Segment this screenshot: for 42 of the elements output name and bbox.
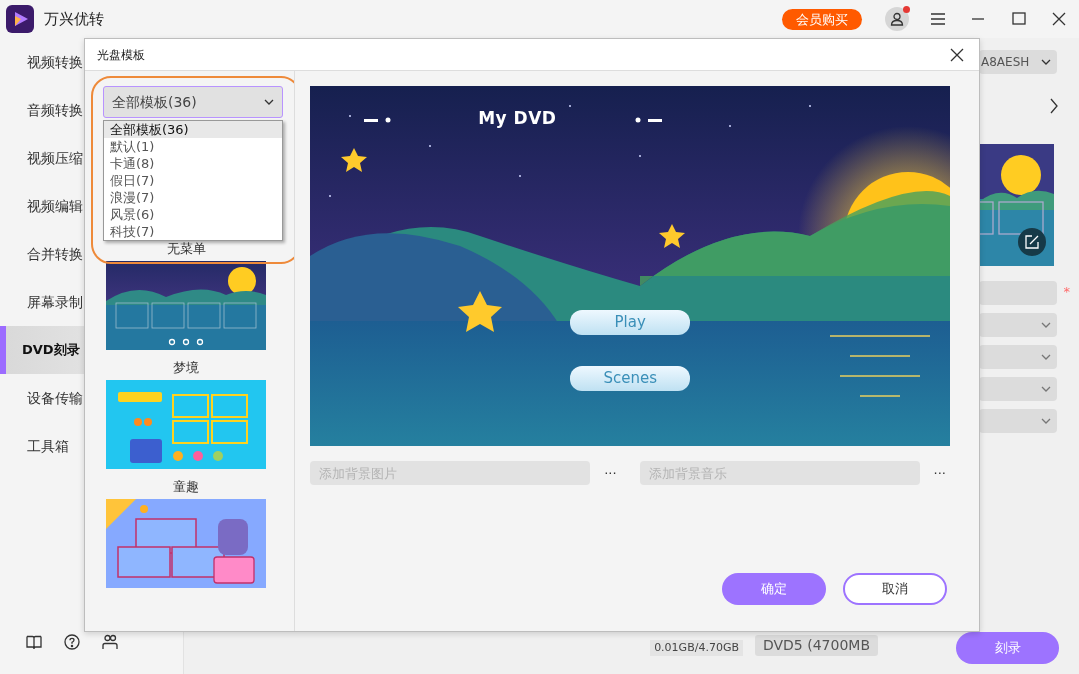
chevron-down-icon xyxy=(1041,59,1051,65)
template-label: 无菜单 xyxy=(166,240,206,258)
chevron-right-icon[interactable] xyxy=(1049,98,1059,114)
chevron-down-icon xyxy=(264,99,274,105)
browse-button[interactable]: ··· xyxy=(929,466,950,480)
category-option[interactable]: 风景(6) xyxy=(104,206,282,223)
dropdown-value: A8AESH xyxy=(981,54,1030,71)
category-option[interactable]: 卡通(8) xyxy=(104,155,282,172)
help-icon[interactable] xyxy=(64,634,80,650)
user-icon xyxy=(890,12,904,26)
category-option[interactable]: 默认(1) xyxy=(104,138,282,155)
disc-type-dropdown[interactable]: DVD5 (4700MB xyxy=(754,635,878,656)
cartoon-thumbnail-drawing[interactable] xyxy=(106,380,266,469)
chevron-down-icon xyxy=(1041,386,1051,392)
template-label: 梦境 xyxy=(173,359,199,377)
required-mark: * xyxy=(1063,283,1070,301)
close-icon[interactable] xyxy=(950,47,964,62)
book-icon[interactable] xyxy=(26,634,42,650)
category-select[interactable]: 全部模板(36) xyxy=(103,86,283,118)
category-option[interactable]: 浪漫(7) xyxy=(104,189,282,206)
retro-tv-thumbnail-drawing[interactable] xyxy=(106,499,266,588)
disc-size-reading: 0.01GB/4.70GB xyxy=(650,639,743,656)
browse-button[interactable]: ··· xyxy=(600,466,621,480)
cancel-button[interactable]: 取消 xyxy=(843,573,947,605)
chevron-down-icon xyxy=(1041,322,1051,328)
app-title: 万兴优转 xyxy=(44,8,104,30)
category-option[interactable]: 科技(7) xyxy=(104,223,282,240)
disc-dropdown[interactable]: A8AESH xyxy=(979,50,1057,74)
edit-icon xyxy=(1025,235,1039,249)
category-option[interactable]: 全部模板(36) xyxy=(104,121,282,138)
dropdown-value: DVD5 (4700MB xyxy=(762,636,870,655)
app-logo-icon xyxy=(6,5,34,33)
chevron-down-icon xyxy=(1041,354,1051,360)
menu-title: My DVD xyxy=(478,107,557,130)
user-avatar[interactable] xyxy=(885,7,909,31)
category-option[interactable]: 假日(7) xyxy=(104,172,282,189)
night-scene-thumbnail-drawing[interactable] xyxy=(106,261,266,350)
dialog-title: 光盘模板 xyxy=(97,46,145,64)
select-value: 全部模板(36) xyxy=(112,92,197,112)
template-label: 童趣 xyxy=(173,478,199,496)
users-icon[interactable] xyxy=(102,634,118,650)
chevron-down-icon xyxy=(1041,418,1051,424)
